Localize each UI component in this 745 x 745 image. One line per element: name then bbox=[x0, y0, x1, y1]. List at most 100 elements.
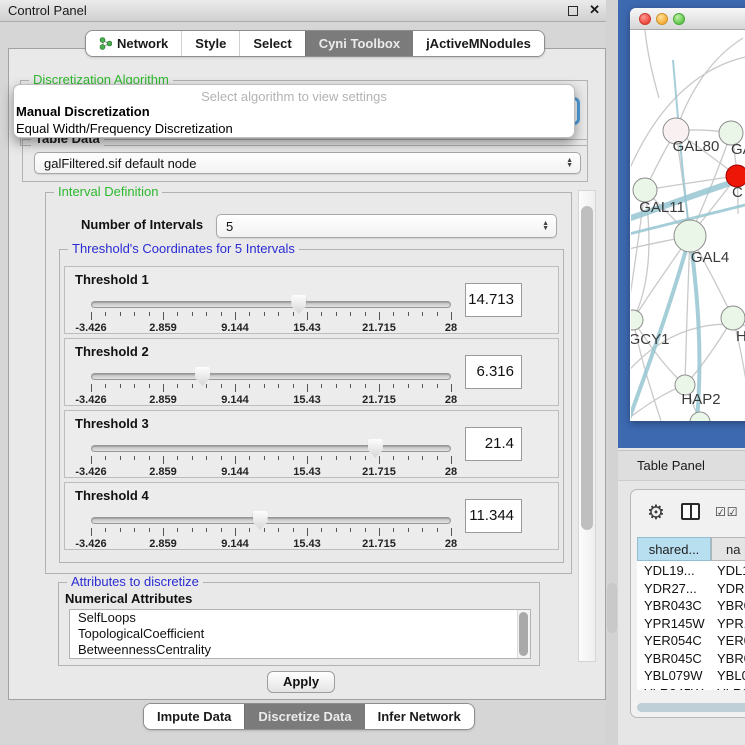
node-attribute-table[interactable]: shared... na YDL19... YDL1 YDR27... YDR2 YBR… bbox=[637, 537, 745, 690]
slider-thumb[interactable] bbox=[195, 367, 210, 386]
network-icon bbox=[99, 37, 112, 50]
network-node[interactable] bbox=[690, 412, 710, 421]
slider-track[interactable] bbox=[91, 517, 451, 524]
table-panel-titlebar: Table Panel bbox=[618, 450, 745, 481]
network-view-window[interactable]: GAL80GACGAL11GAL4GCY1HHAP2 bbox=[630, 8, 745, 421]
table-row[interactable]: YBL079W YBL0 bbox=[637, 668, 745, 686]
threshold-row-3: Threshold 3-3.4262.8599.14415.4321.71528… bbox=[64, 410, 559, 478]
gear-icon[interactable]: ⚙ bbox=[647, 500, 665, 525]
slider-scale-label: 28 bbox=[445, 322, 457, 334]
slider-track[interactable] bbox=[91, 373, 451, 380]
cell-name[interactable]: YLR3 bbox=[717, 686, 745, 691]
cell-shared-name[interactable]: YDR27... bbox=[644, 581, 697, 596]
threshold-slider[interactable]: -3.4262.8599.14415.4321.71528 bbox=[91, 437, 451, 477]
table-hscrollbar-thumb[interactable] bbox=[637, 703, 745, 712]
slider-track[interactable] bbox=[91, 445, 451, 452]
number-of-intervals-combobox[interactable]: 5 ▲▼ bbox=[216, 214, 557, 238]
cell-name[interactable]: YBL0 bbox=[717, 668, 745, 683]
tab-network[interactable]: Network bbox=[86, 31, 181, 56]
splitter-handle[interactable] bbox=[607, 583, 617, 633]
cell-shared-name[interactable]: YER054C bbox=[644, 633, 702, 648]
table-row[interactable]: YDR27... YDR2 bbox=[637, 581, 745, 599]
zoom-traffic-light-icon[interactable] bbox=[673, 13, 685, 25]
network-edge[interactable] bbox=[676, 38, 743, 131]
cell-name[interactable]: YPR1 bbox=[717, 616, 745, 631]
network-node-gcy1[interactable] bbox=[631, 310, 643, 330]
tab-infer-network[interactable]: Infer Network bbox=[365, 704, 474, 729]
slider-scale-label: 15.43 bbox=[293, 538, 321, 550]
threshold-value-field[interactable]: 6.316 bbox=[465, 355, 522, 389]
network-edge[interactable] bbox=[645, 30, 659, 98]
threshold-value-field[interactable]: 11.344 bbox=[465, 499, 522, 533]
attributes-scrollbar-track[interactable] bbox=[517, 610, 530, 658]
network-window-titlebar[interactable] bbox=[630, 8, 745, 30]
apply-button[interactable]: Apply bbox=[267, 671, 335, 693]
network-node-h[interactable] bbox=[721, 306, 745, 330]
tab-impute-data[interactable]: Impute Data bbox=[144, 704, 244, 729]
slider-thumb[interactable] bbox=[253, 511, 268, 530]
tab-jactivemnodules[interactable]: jActiveMNodules bbox=[413, 31, 544, 56]
table-row[interactable]: YBR045C YBR0 bbox=[637, 651, 745, 669]
cell-name[interactable]: YBR0 bbox=[717, 651, 745, 666]
close-icon[interactable]: ✕ bbox=[589, 2, 600, 18]
threshold-slider[interactable]: -3.4262.8599.14415.4321.71528 bbox=[91, 293, 451, 333]
network-node-gal4[interactable] bbox=[674, 220, 706, 252]
content-scrollbar-thumb[interactable] bbox=[581, 206, 593, 530]
network-canvas[interactable]: GAL80GACGAL11GAL4GCY1HHAP2 bbox=[631, 30, 745, 421]
tab-discretize-data[interactable]: Discretize Data bbox=[244, 704, 364, 729]
slider-tick bbox=[278, 312, 279, 316]
table-row[interactable]: YLR345W YLR3 bbox=[637, 686, 745, 691]
table-row[interactable]: YER054C YER0 bbox=[637, 633, 745, 651]
float-window-icon[interactable] bbox=[568, 6, 578, 16]
cell-name[interactable]: YDL1 bbox=[717, 563, 745, 578]
slider-tick bbox=[105, 528, 106, 532]
threshold-slider[interactable]: -3.4262.8599.14415.4321.71528 bbox=[91, 509, 451, 549]
algorithm-option-equal-width[interactable]: Equal Width/Frequency Discretization bbox=[16, 121, 233, 136]
table-header-name[interactable]: na bbox=[711, 537, 745, 561]
algorithm-option-manual[interactable]: Manual Discretization bbox=[16, 104, 150, 119]
slider-tick bbox=[249, 384, 250, 388]
attribute-list-item[interactable]: SelfLoops bbox=[70, 610, 530, 626]
threshold-value-field[interactable]: 21.4 bbox=[465, 427, 522, 461]
attributes-scrollbar-thumb[interactable] bbox=[519, 612, 528, 656]
attribute-list-item[interactable]: BetweennessCentrality bbox=[70, 642, 530, 658]
attribute-list-item[interactable]: TopologicalCoefficient bbox=[70, 626, 530, 642]
cell-shared-name[interactable]: YPR145W bbox=[644, 616, 705, 631]
numerical-attributes-list[interactable]: SelfLoopsTopologicalCoefficientBetweenne… bbox=[69, 609, 531, 659]
tab-select[interactable]: Select bbox=[239, 31, 304, 56]
network-edge[interactable] bbox=[685, 236, 690, 385]
cell-shared-name[interactable]: YDL19... bbox=[644, 563, 695, 578]
close-traffic-light-icon[interactable] bbox=[639, 13, 651, 25]
network-node-label: HAP2 bbox=[681, 391, 720, 408]
table-row[interactable]: YBR043C YBR0 bbox=[637, 598, 745, 616]
threshold-value-field[interactable]: 14.713 bbox=[465, 283, 522, 317]
minimize-traffic-light-icon[interactable] bbox=[656, 13, 668, 25]
threshold-label: Threshold 2 bbox=[75, 344, 149, 359]
cell-shared-name[interactable]: YLR345W bbox=[644, 686, 703, 691]
network-edge[interactable] bbox=[631, 54, 745, 180]
cell-name[interactable]: YBR0 bbox=[717, 598, 745, 613]
slider-track[interactable] bbox=[91, 301, 451, 308]
select-checkboxes-icon[interactable]: ☑☑ bbox=[715, 505, 739, 519]
slider-thumb[interactable] bbox=[368, 439, 383, 458]
cell-shared-name[interactable]: YBL079W bbox=[644, 668, 703, 683]
cell-shared-name[interactable]: YBR045C bbox=[644, 651, 702, 666]
slider-tick bbox=[393, 528, 394, 532]
combobox-stepper-icon: ▲▼ bbox=[566, 158, 573, 168]
slider-tick bbox=[422, 384, 423, 388]
table-row[interactable]: YPR145W YPR1 bbox=[637, 616, 745, 634]
tab-cyni-toolbox[interactable]: Cyni Toolbox bbox=[305, 31, 413, 56]
tab-style[interactable]: Style bbox=[181, 31, 239, 56]
cell-name[interactable]: YER0 bbox=[717, 633, 745, 648]
slider-tick bbox=[437, 312, 438, 316]
cell-shared-name[interactable]: YBR043C bbox=[644, 598, 702, 613]
column-layout-icon[interactable] bbox=[681, 503, 700, 520]
slider-tick bbox=[336, 456, 337, 460]
cell-name[interactable]: YDR2 bbox=[717, 581, 745, 596]
threshold-slider[interactable]: -3.4262.8599.14415.4321.71528 bbox=[91, 365, 451, 405]
panel-splitter[interactable] bbox=[606, 0, 618, 745]
slider-tick bbox=[149, 312, 150, 316]
table-header-shared-name[interactable]: shared... bbox=[637, 537, 711, 561]
table-row[interactable]: YDL19... YDL1 bbox=[637, 563, 745, 581]
table-data-combobox[interactable]: galFiltered.sif default node ▲▼ bbox=[34, 152, 581, 174]
